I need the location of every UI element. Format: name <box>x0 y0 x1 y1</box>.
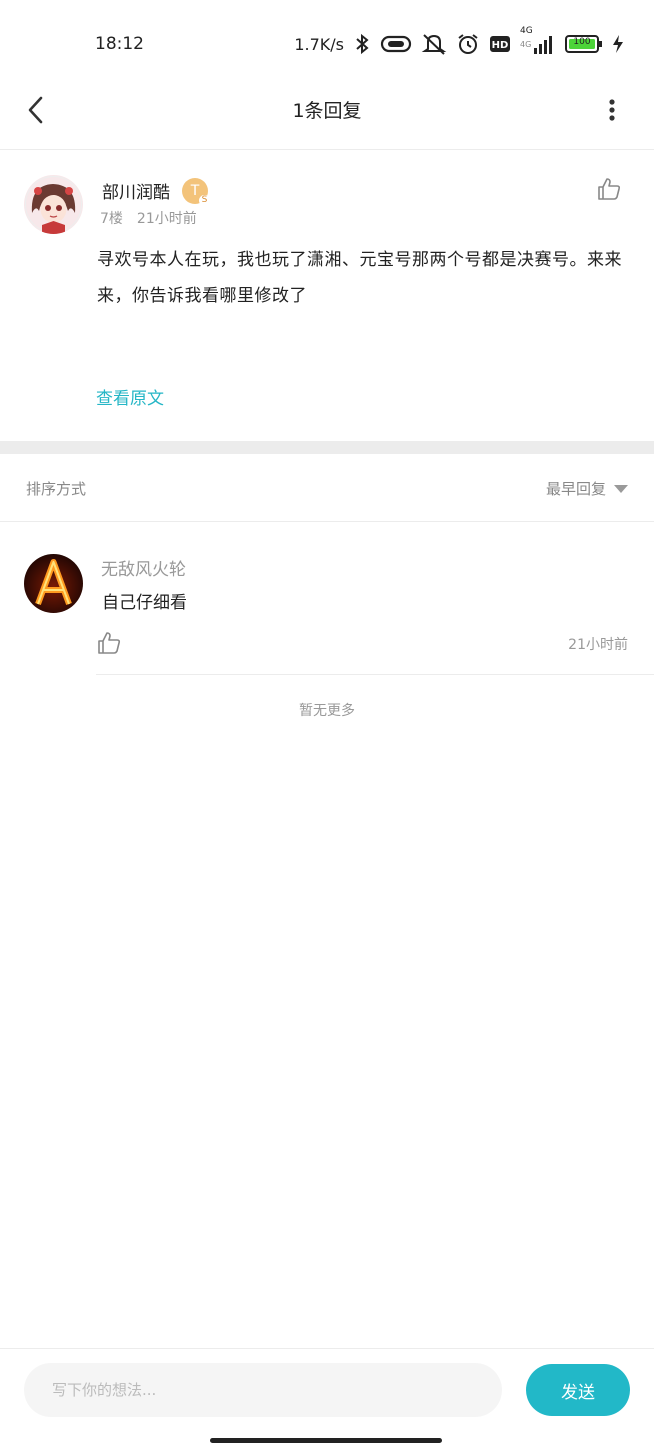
comment-meta: 7楼 21小时前 <box>100 208 197 228</box>
original-comment: 部川润酷 T S 7楼 21小时前 寻欢号本人在玩，我也玩了潇湘、元宝号那两个号都… <box>0 150 654 442</box>
svg-text:HD: HD <box>492 40 509 51</box>
like-button[interactable] <box>596 176 622 202</box>
send-button[interactable]: 发送 <box>526 1364 630 1416</box>
comment-username[interactable]: 部川润酷 <box>102 178 170 203</box>
comment-composer: 发送 <box>0 1348 654 1432</box>
comment-text: 寻欢号本人在玩，我也玩了潇湘、元宝号那两个号都是决赛号。来来来，你告诉我看哪里修… <box>97 250 622 306</box>
comment-floor: 7楼 <box>100 211 123 227</box>
sort-dropdown[interactable]: 最早回复 <box>546 478 628 499</box>
reply-item: 无敌风火轮 自己仔细看 21小时前 <box>0 522 654 675</box>
no-more-text: 暂无更多 <box>299 703 355 719</box>
section-divider <box>0 441 654 454</box>
battery-icon: 100 <box>565 34 603 54</box>
more-button[interactable] <box>602 92 622 128</box>
status-bar: 18:12 1.7K/s HD 4G 4G 100 <box>0 0 654 88</box>
view-original-link[interactable]: 查看原文 <box>96 384 164 409</box>
chevron-down-icon <box>614 484 628 493</box>
bluetooth-icon <box>353 33 371 55</box>
page-title: 1条回复 <box>292 100 362 122</box>
reply-time: 21小时前 <box>568 637 628 653</box>
avatar-image <box>24 554 83 613</box>
signal-icon: 4G 4G <box>520 26 556 56</box>
mute-icon <box>421 32 447 56</box>
divider <box>96 674 654 675</box>
charging-icon <box>612 34 624 54</box>
hd-icon: HD <box>489 35 511 53</box>
top-nav-bar: 1条回复 <box>0 88 654 150</box>
network-speed: 1.7K/s <box>294 34 344 54</box>
level-badge-letter: T <box>190 183 200 199</box>
link-icon <box>380 34 412 54</box>
thumbs-up-icon <box>598 178 621 200</box>
avatar[interactable] <box>24 175 83 234</box>
avatar-image <box>24 175 83 234</box>
comment-time: 21小时前 <box>136 211 197 227</box>
avatar[interactable] <box>24 554 83 613</box>
level-badge-sub: S <box>199 195 210 206</box>
reply-username[interactable]: 无敌风火轮 <box>101 555 186 580</box>
alarm-icon <box>456 32 480 56</box>
battery-level: 100 <box>573 37 591 47</box>
level-badge: T S <box>182 178 210 206</box>
more-vertical-icon <box>609 99 615 121</box>
sort-label: 排序方式 <box>26 480 87 498</box>
home-indicator[interactable] <box>210 1438 442 1443</box>
sort-row: 排序方式 最早回复 <box>0 454 654 522</box>
comment-input[interactable] <box>24 1363 502 1417</box>
like-button[interactable] <box>96 630 122 656</box>
status-icons: 1.7K/s HD 4G 4G 100 <box>294 26 624 58</box>
thumbs-up-icon <box>98 632 121 654</box>
reply-text: 自己仔细看 <box>102 593 187 613</box>
status-time: 18:12 <box>95 34 144 54</box>
sort-selected: 最早回复 <box>545 480 606 498</box>
